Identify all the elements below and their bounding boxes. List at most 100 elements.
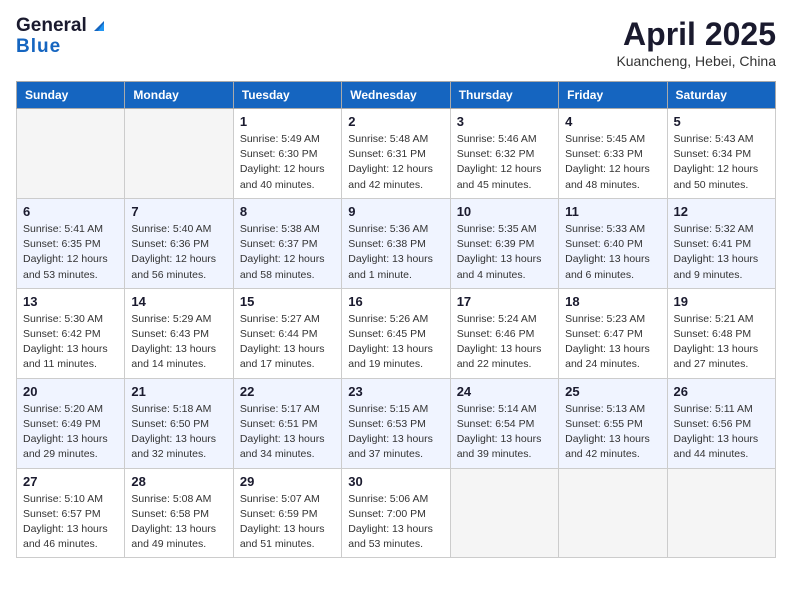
day-number: 13: [23, 294, 118, 309]
calendar-cell: 14 Sunrise: 5:29 AMSunset: 6:43 PMDayligh…: [125, 288, 233, 378]
calendar-cell: 3 Sunrise: 5:46 AMSunset: 6:32 PMDaylight…: [450, 109, 558, 199]
calendar-cell: 25 Sunrise: 5:13 AMSunset: 6:55 PMDayligh…: [559, 378, 667, 468]
day-number: 18: [565, 294, 660, 309]
day-number: 26: [674, 384, 769, 399]
day-number: 11: [565, 204, 660, 219]
day-info: Sunrise: 5:35 AMSunset: 6:39 PMDaylight:…: [457, 222, 552, 283]
day-info: Sunrise: 5:43 AMSunset: 6:34 PMDaylight:…: [674, 132, 769, 193]
calendar-cell: 7 Sunrise: 5:40 AMSunset: 6:36 PMDaylight…: [125, 198, 233, 288]
day-info: Sunrise: 5:36 AMSunset: 6:38 PMDaylight:…: [348, 222, 443, 283]
day-info: Sunrise: 5:33 AMSunset: 6:40 PMDaylight:…: [565, 222, 660, 283]
calendar-cell: 21Sunrise: 5:18 AMSunset: 6:50 PMDayligh…: [125, 378, 233, 468]
weekday-header: Monday: [125, 82, 233, 109]
calendar-cell: [450, 468, 558, 558]
logo-general-text: General: [16, 16, 87, 37]
weekday-header: Thursday: [450, 82, 558, 109]
day-number: 19: [674, 294, 769, 309]
day-number: 28: [131, 474, 226, 489]
calendar-cell: 2 Sunrise: 5:48 AMSunset: 6:31 PMDaylight…: [342, 109, 450, 199]
day-info: Sunrise: 5:11 AMSunset: 6:56 PMDaylight:…: [674, 402, 769, 463]
day-info: Sunrise: 5:13 AMSunset: 6:55 PMDaylight:…: [565, 402, 660, 463]
calendar-cell: [559, 468, 667, 558]
calendar-week-row: 27Sunrise: 5:10 AMSunset: 6:57 PMDayligh…: [17, 468, 776, 558]
day-number: 4: [565, 114, 660, 129]
weekday-header: Tuesday: [233, 82, 341, 109]
calendar-cell: 5 Sunrise: 5:43 AMSunset: 6:34 PMDaylight…: [667, 109, 775, 199]
location-subtitle: Kuancheng, Hebei, China: [616, 53, 776, 69]
calendar-cell: 18Sunrise: 5:23 AMSunset: 6:47 PMDayligh…: [559, 288, 667, 378]
day-info: Sunrise: 5:15 AMSunset: 6:53 PMDaylight:…: [348, 402, 443, 463]
weekday-header: Sunday: [17, 82, 125, 109]
day-number: 1: [240, 114, 335, 129]
day-info: Sunrise: 5:29 AMSunset: 6:43 PMDaylight:…: [131, 312, 226, 373]
calendar-cell: 26 Sunrise: 5:11 AMSunset: 6:56 PMDayligh…: [667, 378, 775, 468]
day-info: Sunrise: 5:32 AMSunset: 6:41 PMDaylight:…: [674, 222, 769, 283]
day-info: Sunrise: 5:07 AMSunset: 6:59 PMDaylight:…: [240, 492, 335, 553]
day-info: Sunrise: 5:21 AMSunset: 6:48 PMDaylight:…: [674, 312, 769, 373]
calendar-cell: 23 Sunrise: 5:15 AMSunset: 6:53 PMDayligh…: [342, 378, 450, 468]
day-number: 12: [674, 204, 769, 219]
calendar-cell: 10 Sunrise: 5:35 AMSunset: 6:39 PMDayligh…: [450, 198, 558, 288]
day-info: Sunrise: 5:46 AMSunset: 6:32 PMDaylight:…: [457, 132, 552, 193]
calendar-cell: 6Sunrise: 5:41 AMSunset: 6:35 PMDaylight…: [17, 198, 125, 288]
day-number: 17: [457, 294, 552, 309]
page-header: General Blue April 2025 Kuancheng, Hebei…: [16, 16, 776, 69]
calendar-cell: 17 Sunrise: 5:24 AMSunset: 6:46 PMDayligh…: [450, 288, 558, 378]
calendar-week-row: 20 Sunrise: 5:20 AMSunset: 6:49 PMDayligh…: [17, 378, 776, 468]
day-number: 20: [23, 384, 118, 399]
day-number: 23: [348, 384, 443, 399]
day-number: 6: [23, 204, 118, 219]
calendar-cell: 30 Sunrise: 5:06 AMSunset: 7:00 PMDayligh…: [342, 468, 450, 558]
logo-wing-icon: [90, 17, 108, 35]
day-number: 7: [131, 204, 226, 219]
day-number: 8: [240, 204, 335, 219]
day-info: Sunrise: 5:24 AMSunset: 6:46 PMDaylight:…: [457, 312, 552, 373]
day-number: 10: [457, 204, 552, 219]
logo: General Blue: [16, 16, 108, 58]
day-number: 30: [348, 474, 443, 489]
day-number: 24: [457, 384, 552, 399]
calendar-cell: 16 Sunrise: 5:26 AMSunset: 6:45 PMDayligh…: [342, 288, 450, 378]
calendar-cell: 20 Sunrise: 5:20 AMSunset: 6:49 PMDayligh…: [17, 378, 125, 468]
day-number: 25: [565, 384, 660, 399]
month-title: April 2025: [616, 16, 776, 53]
calendar-cell: 19 Sunrise: 5:21 AMSunset: 6:48 PMDayligh…: [667, 288, 775, 378]
day-info: Sunrise: 5:18 AMSunset: 6:50 PMDaylight:…: [131, 402, 226, 463]
day-info: Sunrise: 5:20 AMSunset: 6:49 PMDaylight:…: [23, 402, 118, 463]
calendar-header-row: SundayMondayTuesdayWednesdayThursdayFrid…: [17, 82, 776, 109]
calendar-cell: 13Sunrise: 5:30 AMSunset: 6:42 PMDayligh…: [17, 288, 125, 378]
day-number: 2: [348, 114, 443, 129]
weekday-header: Friday: [559, 82, 667, 109]
calendar-table: SundayMondayTuesdayWednesdayThursdayFrid…: [16, 81, 776, 558]
calendar-cell: [667, 468, 775, 558]
weekday-header: Wednesday: [342, 82, 450, 109]
day-number: 16: [348, 294, 443, 309]
day-info: Sunrise: 5:27 AMSunset: 6:44 PMDaylight:…: [240, 312, 335, 373]
calendar-week-row: 13Sunrise: 5:30 AMSunset: 6:42 PMDayligh…: [17, 288, 776, 378]
day-number: 14: [131, 294, 226, 309]
calendar-cell: 22Sunrise: 5:17 AMSunset: 6:51 PMDayligh…: [233, 378, 341, 468]
day-info: Sunrise: 5:48 AMSunset: 6:31 PMDaylight:…: [348, 132, 443, 193]
calendar-cell: 12 Sunrise: 5:32 AMSunset: 6:41 PMDayligh…: [667, 198, 775, 288]
day-info: Sunrise: 5:26 AMSunset: 6:45 PMDaylight:…: [348, 312, 443, 373]
day-number: 5: [674, 114, 769, 129]
calendar-cell: 24 Sunrise: 5:14 AMSunset: 6:54 PMDayligh…: [450, 378, 558, 468]
calendar-cell: 8 Sunrise: 5:38 AMSunset: 6:37 PMDaylight…: [233, 198, 341, 288]
calendar-week-row: 6Sunrise: 5:41 AMSunset: 6:35 PMDaylight…: [17, 198, 776, 288]
day-info: Sunrise: 5:06 AMSunset: 7:00 PMDaylight:…: [348, 492, 443, 553]
calendar-cell: [125, 109, 233, 199]
calendar-cell: 28Sunrise: 5:08 AMSunset: 6:58 PMDayligh…: [125, 468, 233, 558]
calendar-cell: 11 Sunrise: 5:33 AMSunset: 6:40 PMDayligh…: [559, 198, 667, 288]
day-info: Sunrise: 5:38 AMSunset: 6:37 PMDaylight:…: [240, 222, 335, 283]
day-number: 3: [457, 114, 552, 129]
title-area: April 2025 Kuancheng, Hebei, China: [616, 16, 776, 69]
day-info: Sunrise: 5:45 AMSunset: 6:33 PMDaylight:…: [565, 132, 660, 193]
calendar-cell: 15 Sunrise: 5:27 AMSunset: 6:44 PMDayligh…: [233, 288, 341, 378]
day-info: Sunrise: 5:14 AMSunset: 6:54 PMDaylight:…: [457, 402, 552, 463]
calendar-cell: 29Sunrise: 5:07 AMSunset: 6:59 PMDayligh…: [233, 468, 341, 558]
day-info: Sunrise: 5:49 AMSunset: 6:30 PMDaylight:…: [240, 132, 335, 193]
day-number: 9: [348, 204, 443, 219]
day-number: 15: [240, 294, 335, 309]
calendar-cell: 4 Sunrise: 5:45 AMSunset: 6:33 PMDaylight…: [559, 109, 667, 199]
day-info: Sunrise: 5:40 AMSunset: 6:36 PMDaylight:…: [131, 222, 226, 283]
